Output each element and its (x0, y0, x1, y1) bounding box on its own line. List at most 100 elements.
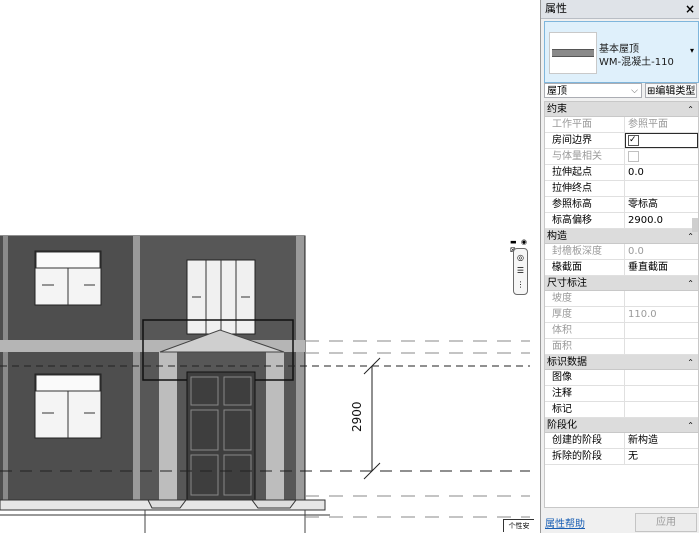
dimension-2900: 2900 (350, 357, 381, 480)
property-row: 房间边界 (545, 133, 698, 149)
property-name: 封檐板深度 (545, 244, 625, 259)
properties-title-bar: 属性 × (541, 0, 699, 19)
property-group-label: 尺寸标注 (547, 278, 587, 289)
column-left (3, 236, 8, 502)
category-filter-value: 屋顶 (547, 86, 567, 97)
roof-type-preview-icon (549, 32, 597, 74)
property-row: 创建的阶段 新构造 (545, 433, 698, 449)
property-name: 创建的阶段 (545, 433, 625, 448)
property-group-header[interactable]: 构造 ⌃ (545, 229, 698, 244)
property-row: 注释 (545, 386, 698, 402)
chevron-down-icon[interactable]: ⌵ (631, 84, 638, 99)
property-row: 拉伸终点 (545, 181, 698, 197)
property-name: 标记 (545, 402, 625, 417)
property-group-label: 构造 (547, 231, 567, 242)
property-value (625, 339, 698, 354)
property-value[interactable] (625, 370, 698, 385)
instance-filter-row: 屋顶 ⌵ ⊞编辑类型 (544, 83, 697, 100)
more-tools-icon[interactable]: ⋮ (516, 280, 525, 289)
edit-type-label: 编辑类型 (655, 86, 696, 97)
type-name: WM-混凝土-110 (599, 57, 674, 68)
properties-help-link[interactable]: 属性帮助 (545, 515, 585, 530)
property-name: 坡度 (545, 291, 625, 306)
property-name: 厚度 (545, 307, 625, 322)
property-name: 体积 (545, 323, 625, 338)
collapse-icon[interactable]: ⌃ (687, 102, 694, 117)
property-value[interactable]: 无 (625, 449, 698, 464)
property-value[interactable]: 新构造 (625, 433, 698, 448)
property-row: 体积 (545, 323, 698, 339)
property-row: 面积 (545, 339, 698, 355)
category-filter-select[interactable]: 屋顶 ⌵ (544, 83, 642, 98)
property-name: 与体量相关 (545, 149, 625, 164)
property-row: 参照标高 零标高 (545, 197, 698, 213)
property-group-label: 阶段化 (547, 420, 577, 431)
property-row: 图像 (545, 370, 698, 386)
property-name: 房间边界 (545, 133, 625, 148)
property-row: 标记 (545, 402, 698, 418)
property-value[interactable] (625, 181, 698, 196)
property-value: 参照平面 (628, 119, 668, 130)
property-name: 图像 (545, 370, 625, 385)
column-right (296, 236, 304, 502)
property-row: 厚度 110.0 (545, 307, 698, 323)
property-row: 与体量相关 (545, 149, 698, 165)
pan-icon[interactable]: ☰ (516, 266, 525, 275)
type-dropdown-arrow-icon[interactable]: ▾ (690, 46, 694, 55)
properties-footer: 属性帮助 应用 (541, 508, 699, 533)
property-checkbox-cell[interactable] (625, 133, 698, 148)
dimension-text[interactable]: 2900 (350, 401, 364, 432)
navbar-controls[interactable]: ▬ ◉ ⊠ (510, 238, 530, 254)
property-name: 工作平面 (545, 117, 625, 132)
type-selector[interactable]: 基本屋顶 WM-混凝土-110 ▾ (544, 21, 699, 83)
property-row: 椽截面 垂直截面 (545, 260, 698, 276)
column-mid (133, 236, 140, 502)
properties-panel: 属性 × 基本屋顶 WM-混凝土-110 ▾ 屋顶 ⌵ ⊞编辑类型 约束 ⌃ 工作平… (540, 0, 699, 533)
property-value[interactable]: 零标高 (625, 197, 698, 212)
apply-button[interactable]: 应用 (635, 513, 697, 532)
property-value (625, 291, 698, 306)
property-value[interactable] (625, 402, 698, 417)
collapse-icon[interactable]: ⌃ (687, 276, 694, 291)
property-row: 标高偏移 2900.0 (545, 213, 698, 229)
properties-grid[interactable]: 约束⌃工作平面参照平面房间边界与体量相关拉伸起点0.0拉伸终点参照标高零标高标高… (544, 101, 699, 508)
properties-scrollbar[interactable] (692, 218, 698, 232)
elevation-view-canvas[interactable]: 2900 ▬ ◉ ⊠ ◎ ☰ ⋮ 个性安 (0, 0, 540, 533)
property-row: 拆除的阶段无 (545, 449, 698, 465)
property-name: 拉伸起点 (545, 165, 625, 180)
property-value[interactable]: 2900.0 (625, 213, 698, 228)
property-name: 参照标高 (545, 197, 625, 212)
property-value[interactable]: 0.0 (625, 165, 698, 180)
property-row: 坡度 (545, 291, 698, 307)
property-group-header[interactable]: 尺寸标注 ⌃ (545, 276, 698, 291)
property-value[interactable] (625, 386, 698, 401)
navigation-bar[interactable]: ▬ ◉ ⊠ ◎ ☰ ⋮ (510, 238, 530, 295)
property-name: 面积 (545, 339, 625, 354)
property-value: 0.0 (628, 246, 644, 257)
elevation-drawing[interactable]: 2900 (0, 0, 540, 533)
close-icon[interactable]: × (685, 0, 695, 18)
property-checkbox[interactable] (628, 133, 639, 148)
property-name: 标高偏移 (545, 213, 625, 228)
property-name: 拉伸终点 (545, 181, 625, 196)
property-group-header[interactable]: 阶段化 ⌃ (545, 418, 698, 433)
collapse-icon[interactable]: ⌃ (687, 418, 694, 433)
property-name: 注释 (545, 386, 625, 401)
steering-wheel-icon[interactable]: ◎ (516, 253, 525, 262)
property-name: 椽截面 (545, 260, 625, 275)
property-group-label: 标识数据 (547, 357, 587, 368)
property-row: 工作平面 参照平面 (545, 117, 698, 133)
collapse-icon[interactable]: ⌃ (687, 355, 694, 370)
entrance-door (186, 371, 256, 501)
property-group-header[interactable]: 约束 ⌃ (545, 102, 698, 117)
property-value: 110.0 (628, 309, 657, 320)
properties-title: 属性 (545, 2, 567, 15)
navbar-tool-strip[interactable]: ◎ ☰ ⋮ (513, 248, 528, 295)
edit-type-button[interactable]: ⊞编辑类型 (645, 83, 697, 98)
property-row: 封檐板深度 0.0 (545, 244, 698, 260)
property-group-label: 约束 (547, 104, 567, 115)
property-group-header[interactable]: 标识数据 ⌃ (545, 355, 698, 370)
view-tag: 个性安 (503, 519, 534, 532)
property-value[interactable]: 垂直截面 (625, 260, 698, 275)
property-value (625, 323, 698, 338)
